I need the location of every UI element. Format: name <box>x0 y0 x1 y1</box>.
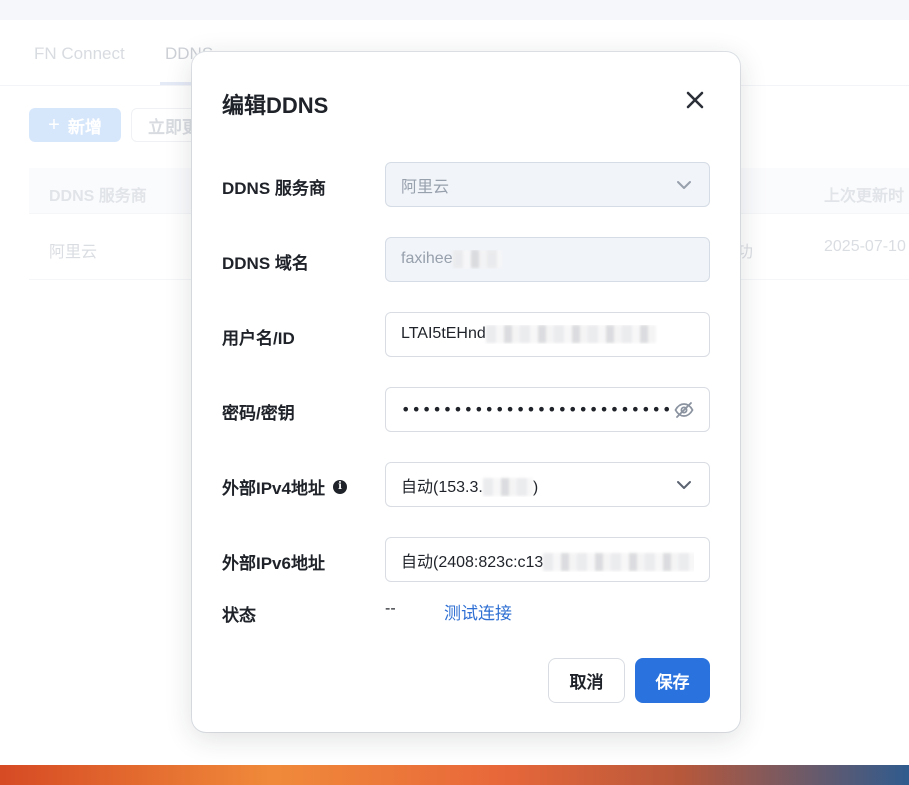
provider-value: 阿里云 <box>401 178 450 196</box>
domain-input[interactable]: faxihee <box>385 237 710 282</box>
ipv4-label: 外部IPv4地址 i <box>222 474 347 499</box>
close-icon[interactable] <box>684 89 706 111</box>
redacted-text <box>452 250 501 269</box>
test-connection-link[interactable]: 测试连接 <box>444 599 512 624</box>
domain-value-wrap: faxihee <box>401 250 694 269</box>
info-icon[interactable]: i <box>332 479 347 494</box>
desktop-wallpaper-strip <box>0 765 909 785</box>
chevron-down-icon <box>674 475 694 495</box>
redacted-text <box>543 553 694 572</box>
chevron-down-icon <box>674 175 694 195</box>
ipv4-select[interactable]: 自动(153.3.) <box>385 462 710 507</box>
username-value: LTAI5tEHnd <box>401 325 486 343</box>
ipv6-select[interactable]: 自动(2408:823c:c13 <box>385 537 710 582</box>
redacted-text <box>485 325 656 344</box>
eye-off-icon[interactable] <box>674 400 694 420</box>
username-label: 用户名/ID <box>222 329 295 348</box>
secret-value: ••••••••••••••••••••••••••••• <box>401 400 674 419</box>
ipv4-label-text: 外部IPv4地址 <box>222 479 325 498</box>
domain-label: DDNS 域名 <box>222 254 309 273</box>
cancel-button[interactable]: 取消 <box>548 658 625 703</box>
ipv6-label: 外部IPv6地址 <box>222 554 325 573</box>
dialog-title: 编辑DDNS <box>222 93 329 118</box>
ipv6-value: 自动(2408:823c:c13 <box>401 553 544 571</box>
save-button[interactable]: 保存 <box>635 658 710 703</box>
ipv4-value: 自动(153.3. <box>401 478 483 496</box>
secret-input[interactable]: ••••••••••••••••••••••••••••• <box>385 387 710 432</box>
username-input[interactable]: LTAI5tEHnd <box>385 312 710 357</box>
redacted-text <box>482 478 533 497</box>
ipv4-value-suffix: ) <box>532 478 539 496</box>
status-value: -- <box>385 600 396 617</box>
domain-value: faxihee <box>401 250 453 268</box>
provider-label: DDNS 服务商 <box>222 179 326 198</box>
status-label: 状态 <box>222 606 256 625</box>
provider-select[interactable]: 阿里云 <box>385 162 710 207</box>
secret-label: 密码/密钥 <box>222 404 295 423</box>
username-value-wrap: LTAI5tEHnd <box>401 325 694 344</box>
ipv6-value-wrap: 自动(2408:823c:c13 <box>401 548 694 572</box>
ipv4-value-wrap: 自动(153.3.) <box>401 473 674 497</box>
edit-ddns-dialog: 编辑DDNS DDNS 服务商 阿里云 DDNS 域名 faxihee 用户名/… <box>192 52 740 732</box>
